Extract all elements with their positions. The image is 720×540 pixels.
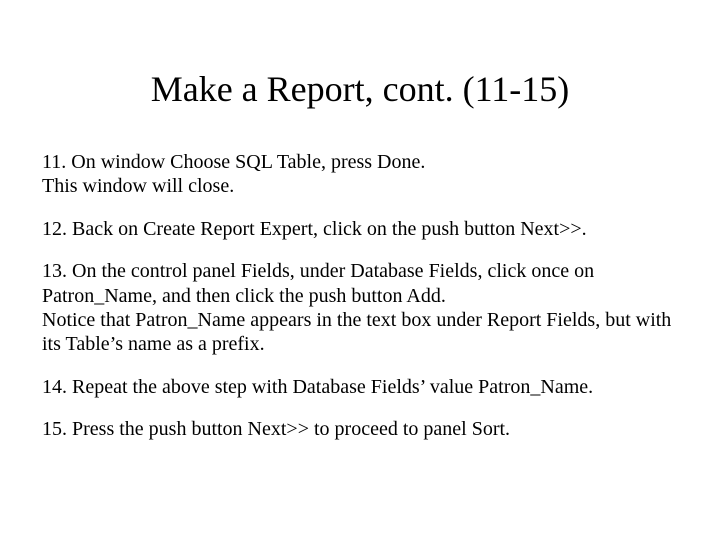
slide-title: Make a Report, cont. (11-15) (0, 0, 720, 150)
step-15: 15. Press the push button Next>> to proc… (42, 417, 678, 441)
step-14: 14. Repeat the above step with Database … (42, 375, 678, 399)
step-13: 13. On the control panel Fields, under D… (42, 259, 678, 357)
step-11: 11. On window Choose SQL Table, press Do… (42, 150, 678, 199)
slide: Make a Report, cont. (11-15) 11. On wind… (0, 0, 720, 540)
slide-body: 11. On window Choose SQL Table, press Do… (0, 150, 720, 442)
step-12: 12. Back on Create Report Expert, click … (42, 217, 678, 241)
